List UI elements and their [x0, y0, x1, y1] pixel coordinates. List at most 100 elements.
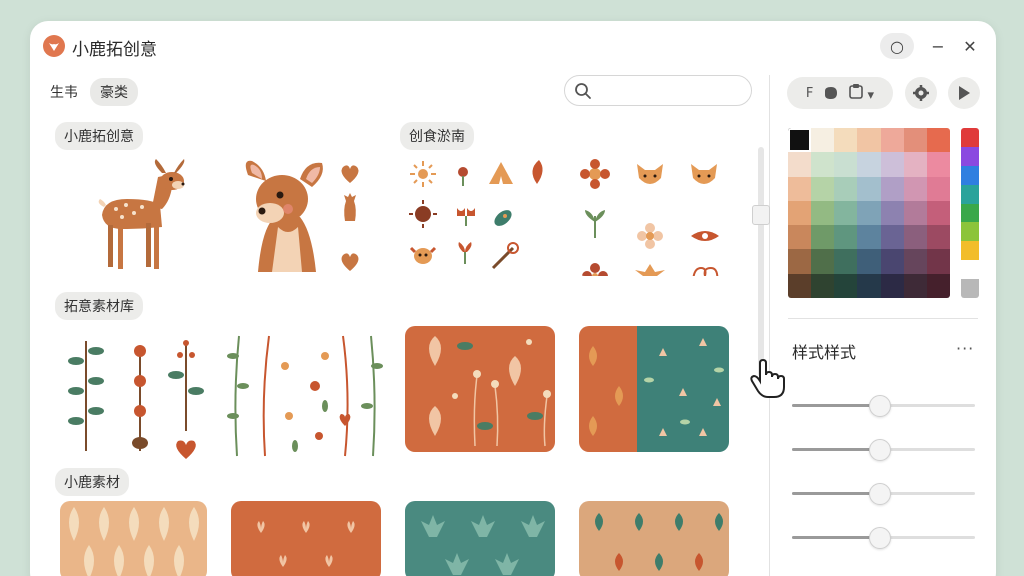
clipboard-dropdown[interactable]: ▾: [849, 83, 874, 103]
color-swatch[interactable]: [857, 176, 881, 201]
color-swatch[interactable]: [811, 128, 835, 153]
color-swatch[interactable]: [880, 176, 904, 201]
hue-swatch[interactable]: [961, 165, 979, 185]
color-swatch[interactable]: [834, 225, 858, 250]
color-swatch[interactable]: [857, 152, 881, 177]
color-swatch[interactable]: [903, 176, 927, 201]
minimize-button[interactable]: −: [921, 33, 955, 59]
color-swatch[interactable]: [926, 176, 950, 201]
color-swatch[interactable]: [903, 225, 927, 250]
color-swatch[interactable]: [903, 152, 927, 177]
color-swatch[interactable]: [926, 152, 950, 177]
color-swatch[interactable]: [903, 273, 927, 298]
color-swatch[interactable]: [880, 128, 904, 153]
floral-icons-card[interactable]: [575, 156, 735, 276]
slider-knob[interactable]: [868, 439, 891, 461]
color-swatch[interactable]: [811, 273, 835, 298]
color-swatch[interactable]: [788, 225, 812, 250]
settings-button[interactable]: [905, 77, 937, 109]
color-swatch[interactable]: [788, 200, 812, 226]
botanical-sprigs-card[interactable]: [60, 331, 210, 461]
color-swatch[interactable]: [834, 249, 858, 274]
food-icons-card[interactable]: [405, 156, 555, 276]
rust-pattern-card[interactable]: [231, 501, 381, 576]
hue-swatch[interactable]: [961, 260, 979, 280]
color-palette[interactable]: [788, 128, 950, 298]
color-swatch[interactable]: [903, 128, 927, 153]
orange-floral-pattern-card[interactable]: [405, 326, 555, 452]
color-swatch[interactable]: [857, 225, 881, 250]
style-slider-2[interactable]: [792, 439, 975, 461]
deer-small-icons-card[interactable]: [335, 161, 365, 273]
color-swatch[interactable]: [811, 225, 835, 250]
style-slider-4[interactable]: [792, 527, 975, 549]
color-swatch[interactable]: [857, 200, 881, 226]
color-swatch[interactable]: [857, 273, 881, 298]
section-label-materials[interactable]: 小鹿素材: [55, 468, 129, 496]
color-swatch[interactable]: [926, 128, 950, 153]
shape-tool-icon[interactable]: [823, 85, 839, 101]
style-slider-1[interactable]: [792, 395, 975, 417]
color-swatch[interactable]: [857, 128, 881, 153]
section-label-food[interactable]: 创食淤南: [400, 122, 474, 150]
scrollbar-thumb[interactable]: [752, 205, 770, 225]
vine-pattern-card[interactable]: [225, 326, 385, 466]
color-swatch[interactable]: [880, 273, 904, 298]
section-label-deer[interactable]: 小鹿拓创意: [55, 122, 143, 150]
slider-knob[interactable]: [868, 483, 891, 505]
color-swatch[interactable]: [834, 273, 858, 298]
color-swatch[interactable]: [811, 249, 835, 274]
color-swatch[interactable]: [811, 152, 835, 177]
beige-pattern-card[interactable]: [60, 501, 207, 576]
tan-pattern-card[interactable]: [579, 501, 729, 576]
color-swatch[interactable]: [926, 249, 950, 274]
color-swatch[interactable]: [811, 176, 835, 201]
record-button[interactable]: ○: [880, 33, 914, 59]
color-swatch[interactable]: [811, 200, 835, 226]
color-swatch[interactable]: [880, 249, 904, 274]
hue-swatch[interactable]: [961, 146, 979, 166]
teal-pattern-card[interactable]: [405, 501, 555, 576]
color-swatch[interactable]: [834, 128, 858, 153]
hue-swatch[interactable]: [961, 184, 979, 204]
style-slider-3[interactable]: [792, 483, 975, 505]
sort-button[interactable]: F: [806, 86, 813, 101]
hue-swatch[interactable]: [961, 222, 979, 242]
color-swatch[interactable]: [903, 249, 927, 274]
section-label-library[interactable]: 拓意素材库: [55, 292, 143, 320]
hue-strip[interactable]: [961, 128, 979, 298]
play-button[interactable]: [948, 77, 980, 109]
color-swatch[interactable]: [788, 273, 812, 298]
hue-swatch[interactable]: [961, 128, 979, 147]
selected-color-swatch[interactable]: [788, 128, 812, 153]
split-pattern-card[interactable]: [579, 326, 729, 452]
color-swatch[interactable]: [926, 273, 950, 298]
deer-standing-card[interactable]: [82, 157, 192, 277]
tab-0[interactable]: 生韦: [44, 79, 84, 105]
deer-portrait-card[interactable]: [240, 157, 330, 272]
hue-swatch[interactable]: [961, 203, 979, 223]
slider-knob[interactable]: [868, 395, 891, 417]
slider-knob[interactable]: [868, 527, 891, 549]
color-swatch[interactable]: [880, 200, 904, 226]
close-button[interactable]: ✕: [953, 33, 987, 59]
color-swatch[interactable]: [788, 176, 812, 201]
color-swatch[interactable]: [880, 152, 904, 177]
color-swatch[interactable]: [788, 249, 812, 274]
scrollbar-track[interactable]: [758, 147, 764, 377]
search-box[interactable]: [564, 75, 752, 106]
color-swatch[interactable]: [926, 200, 950, 226]
color-swatch[interactable]: [880, 225, 904, 250]
hue-swatch[interactable]: [961, 279, 979, 298]
color-swatch[interactable]: [834, 152, 858, 177]
color-swatch[interactable]: [834, 176, 858, 201]
tab-1[interactable]: 豪类: [90, 78, 138, 106]
search-input[interactable]: [599, 81, 739, 99]
more-options-button[interactable]: ···: [956, 339, 974, 358]
color-swatch[interactable]: [926, 225, 950, 250]
color-swatch[interactable]: [903, 200, 927, 226]
hue-swatch[interactable]: [961, 241, 979, 261]
color-swatch[interactable]: [834, 200, 858, 226]
color-swatch[interactable]: [857, 249, 881, 274]
color-swatch[interactable]: [788, 152, 812, 177]
